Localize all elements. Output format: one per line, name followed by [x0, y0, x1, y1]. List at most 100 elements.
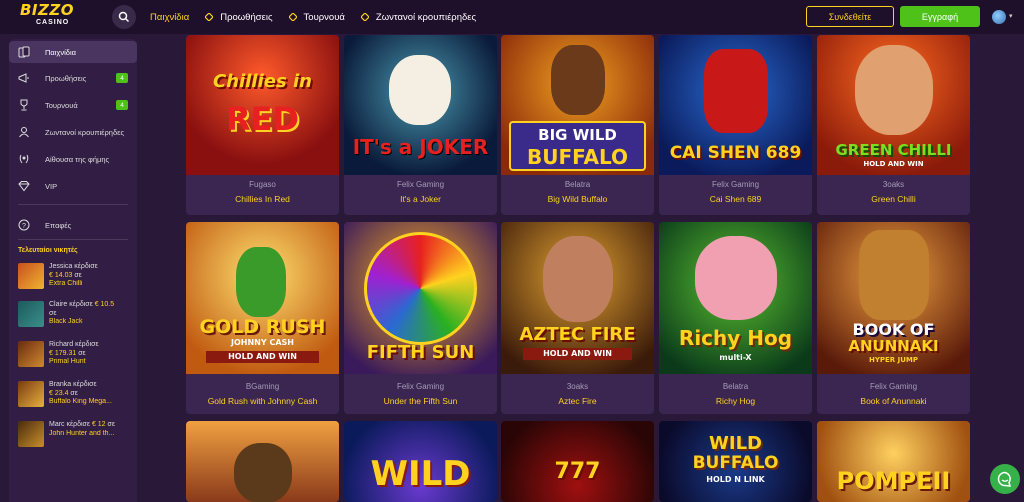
pig-figure [695, 236, 777, 320]
winner-game[interactable]: John Hunter and th... [49, 430, 141, 437]
game-name: Under the Fifth Sun [383, 396, 458, 406]
buffalo-head [551, 45, 605, 115]
globe-icon[interactable] [992, 10, 1006, 24]
game-thumbnail: Chillies in RED [186, 35, 339, 175]
game-provider: Belatra [722, 382, 749, 391]
sidebar: Παιχνίδια Προωθήσεις 4 Τουρνουά 4 Ζωνταν… [9, 39, 137, 502]
winner-suffix: σε [49, 310, 57, 317]
chat-icon [997, 471, 1012, 487]
game-art-title: GREEN CHILLI [835, 141, 952, 159]
game-card[interactable]: CAI SHEN 689 Felix Gaming Cai Shen 689 [659, 35, 812, 215]
game-art-title: ANUNNAKI [848, 337, 939, 355]
winner-game[interactable]: Extra Chilli [49, 280, 137, 287]
game-art-subtitle: HOLD AND WIN [523, 348, 632, 360]
help-icon: ? [18, 219, 30, 231]
game-provider: Belatra [564, 180, 591, 189]
game-card[interactable]: GOLD RUSH JOHNNY CASH HOLD AND WIN BGami… [186, 222, 339, 414]
game-card[interactable]: POMPEII [817, 421, 970, 502]
game-art-subtitle: HOLD AND WIN [206, 351, 319, 363]
character-face [543, 236, 613, 322]
winner-name: Marc κέρδισε [49, 421, 90, 428]
dealer-icon [19, 127, 29, 138]
game-thumbnail: FIFTH SUN [344, 222, 497, 374]
winner-amount: € 23.4 [49, 390, 69, 397]
diamond-icon [18, 181, 30, 192]
game-card[interactable] [186, 421, 339, 502]
game-art-title: BIG WILD [538, 126, 617, 144]
search-button[interactable] [112, 5, 136, 29]
badge-count: 4 [116, 100, 128, 110]
game-art-subtitle: multi-X [719, 353, 752, 362]
game-name: Aztec Fire [558, 396, 597, 406]
game-art-title: BUFFALO [526, 145, 629, 169]
winner-text: Richard κέρδισε [49, 341, 99, 348]
game-thumbnail [186, 421, 339, 502]
live-chat-button[interactable] [990, 464, 1020, 494]
recent-winners-title: Τελευταίοι νικητές [18, 247, 78, 254]
winner-game[interactable]: Black Jack [49, 318, 137, 325]
game-thumbnail: IT's a JOKER [344, 35, 497, 175]
game-card[interactable]: Richy Hog multi-X Belatra Richy Hog [659, 222, 812, 414]
game-art-title: Chillies in [213, 71, 312, 92]
game-thumbnail: BOOK OF ANUNNAKI HYPER JUMP [817, 222, 970, 374]
sidebar-item-label: Ζωντανοί κρουπιέρηδες [45, 127, 125, 137]
game-art-subtitle: JOHNNY CASH [231, 338, 294, 347]
game-provider: Felix Gaming [396, 180, 445, 189]
sidebar-item-label: Προωθήσεις [45, 73, 87, 83]
game-card[interactable]: Chillies in RED Fugaso Chillies In Red [186, 35, 339, 215]
game-art-title: RED [225, 100, 300, 138]
game-thumbnail: BIG WILD BUFFALO [501, 35, 654, 175]
sidebar-item-vip[interactable]: VIP [9, 175, 137, 197]
game-card[interactable]: BOOK OF ANUNNAKI HYPER JUMP Felix Gaming… [817, 222, 970, 414]
chevron-down-icon[interactable]: ▾ [1009, 12, 1013, 20]
game-name: Green Chilli [871, 194, 916, 204]
game-card[interactable]: GREEN CHILLI HOLD AND WIN 3oaks Green Ch… [817, 35, 970, 215]
game-thumbnail: WILD [344, 421, 497, 502]
bizzo-logo[interactable]: BIZZO CASINO [20, 3, 82, 31]
game-grid: Chillies in RED Fugaso Chillies In Red I… [186, 0, 970, 502]
sidebar-item-hall-of-fame[interactable]: Αίθουσα της φήμης [9, 148, 137, 170]
cards-icon [18, 46, 30, 58]
game-art-title: 777 [554, 459, 601, 484]
game-card[interactable]: IT's a JOKER Felix Gaming It's a Joker [344, 35, 497, 215]
winner-item[interactable]: Richard κέρδισε € 179.31 σε Primal Hunt [18, 341, 136, 375]
game-card[interactable]: AZTEC FIRE HOLD AND WIN 3oaks Aztec Fire [501, 222, 654, 414]
sidebar-item-contacts[interactable]: ? Επαφές [9, 214, 137, 236]
game-card[interactable]: 777 [501, 421, 654, 502]
buffalo-head [234, 443, 292, 502]
game-thumbnail: WILD BUFFALO HOLD N LINK [659, 421, 812, 502]
game-provider: Felix Gaming [711, 180, 760, 189]
game-card[interactable]: FIFTH SUN Felix Gaming Under the Fifth S… [344, 222, 497, 414]
game-provider: BGaming [245, 382, 280, 391]
game-card[interactable]: BIG WILD BUFFALO Belatra Big Wild Buffal… [501, 35, 654, 215]
game-name: Book of Anunnaki [860, 396, 927, 406]
winner-name: Jessica κέρδισε [49, 263, 98, 270]
game-card[interactable]: WILD BUFFALO HOLD N LINK [659, 421, 812, 502]
sidebar-item-tournaments[interactable]: Τουρνουά 4 [9, 94, 137, 116]
nav-games[interactable]: Παιχνίδια [150, 12, 189, 23]
sidebar-item-live-dealers[interactable]: Ζωντανοί κρουπιέρηδες [9, 121, 137, 143]
game-provider: Felix Gaming [396, 382, 445, 391]
winner-game[interactable]: Primal Hunt [49, 358, 137, 365]
character-face [855, 45, 933, 135]
winner-item[interactable]: Marc κέρδισε € 12 σε John Hunter and th.… [18, 421, 136, 455]
winner-item[interactable]: Jessica κέρδισε € 14.03 σε Extra Chilli [18, 263, 136, 297]
game-provider: Felix Gaming [869, 382, 918, 391]
winner-amount: € 10.5 [94, 301, 115, 308]
sidebar-item-label: VIP [45, 181, 58, 191]
winner-suffix: σε [78, 350, 86, 357]
game-thumbnail: CAI SHEN 689 [659, 35, 812, 175]
cactus-figure [236, 247, 286, 317]
game-card[interactable]: WILD [344, 421, 497, 502]
winner-game[interactable]: Buffalo King Mega... [49, 398, 137, 405]
winner-text: Branka κέρδισε [49, 381, 97, 388]
winner-item[interactable]: Branka κέρδισε € 23.4 σε Buffalo King Me… [18, 381, 136, 415]
joker-face [389, 55, 451, 125]
game-art-subtitle: HOLD N LINK [706, 475, 765, 484]
winner-item[interactable]: Claire κέρδισε € 10.5 σε Black Jack [18, 301, 136, 335]
game-thumbnail [18, 341, 44, 367]
sidebar-item-promotions[interactable]: Προωθήσεις 4 [9, 67, 137, 89]
game-thumbnail: Richy Hog multi-X [659, 222, 812, 374]
sidebar-item-label: Επαφές [45, 220, 72, 230]
sidebar-item-games[interactable]: Παιχνίδια [9, 41, 137, 63]
